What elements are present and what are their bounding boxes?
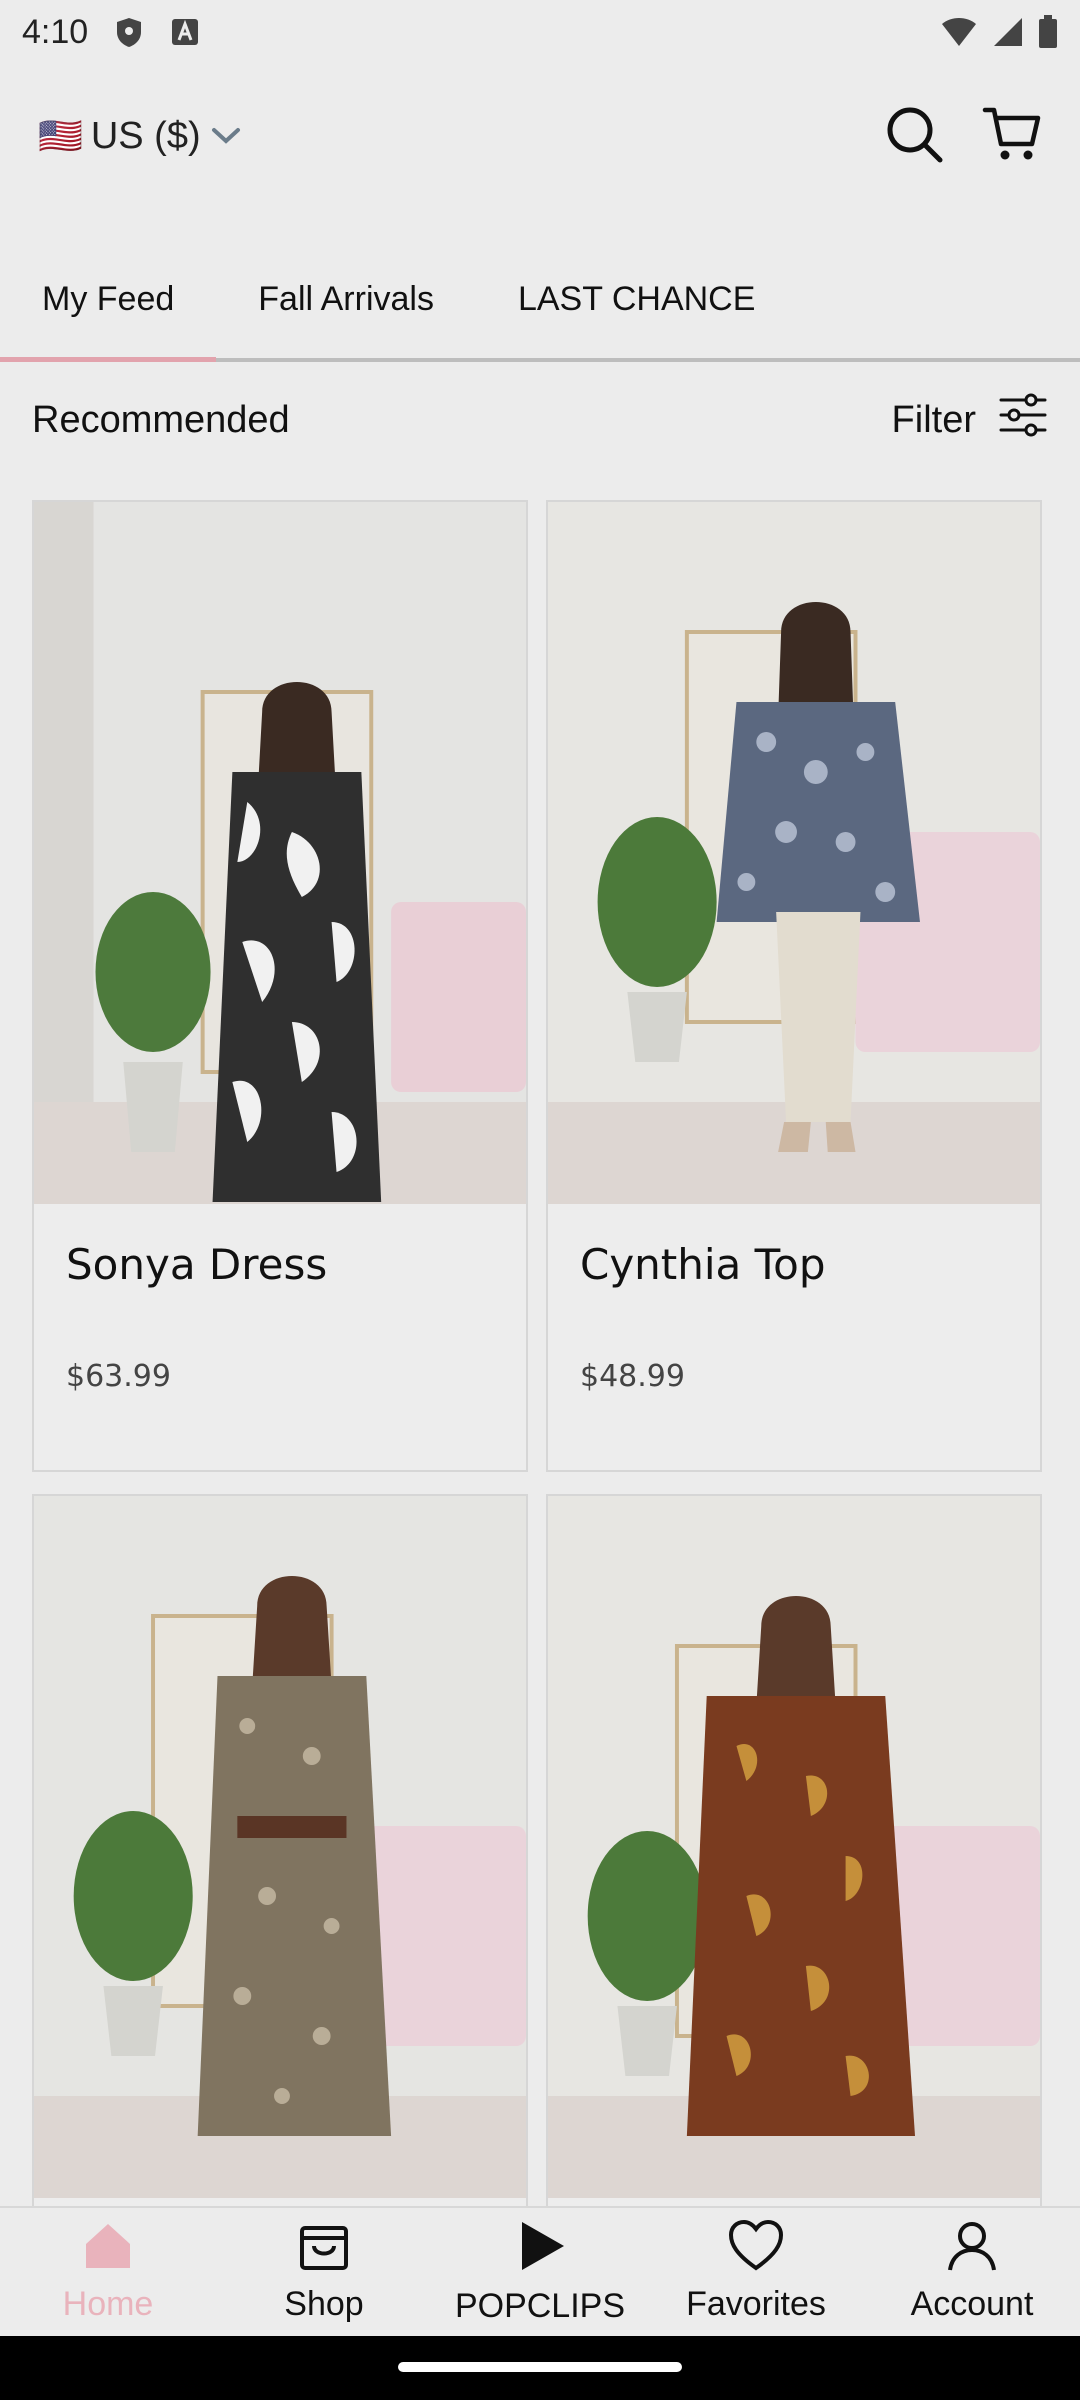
filter-label: Filter (891, 398, 976, 441)
search-icon[interactable] (884, 104, 944, 169)
status-time: 4:10 (22, 12, 89, 51)
sliders-icon (998, 390, 1048, 450)
filter-button[interactable]: Filter (892, 390, 1048, 450)
currency-label: US ($) (90, 114, 201, 157)
product-price: $48.99 (580, 1359, 685, 1394)
currency-selector[interactable]: 🇺🇸 US ($) (38, 115, 243, 158)
section-header: Recommended Filter (32, 380, 1048, 460)
play-icon (512, 2218, 568, 2279)
nav-label: Home (62, 2285, 154, 2323)
shield-icon (114, 16, 144, 48)
nav-label: Shop (284, 2285, 364, 2323)
nav-label: Account (910, 2285, 1034, 2323)
signal-icon (992, 16, 1024, 48)
product-price: $63.99 (66, 1359, 171, 1394)
wifi-icon (940, 16, 978, 48)
heart-icon (728, 2219, 784, 2277)
product-image (548, 1496, 1040, 2198)
product-card[interactable]: Cynthia Top $48.99 (546, 500, 1042, 1472)
section-title: Recommended (32, 398, 290, 441)
account-icon (946, 2220, 998, 2277)
home-gesture-handle[interactable] (398, 2362, 682, 2372)
tab-my-feed[interactable]: My Feed (0, 240, 217, 362)
us-flag-icon: 🇺🇸 (38, 115, 83, 156)
product-title: Sonya Dress (66, 1240, 328, 1289)
home-icon (82, 2220, 134, 2277)
keyboard-a-icon (170, 17, 200, 47)
bottom-navigation: Home Shop POPCLIPS Favorites Account (0, 2206, 1080, 2336)
product-image (34, 1496, 526, 2198)
product-card[interactable]: Sonya Dress $63.99 (32, 500, 528, 1472)
product-image (34, 502, 526, 1204)
nav-shop[interactable]: Shop (224, 2220, 424, 2324)
tab-fall-arrivals[interactable]: Fall Arrivals (216, 240, 476, 358)
nav-favorites[interactable]: Favorites (656, 2219, 856, 2324)
chevron-down-icon (209, 115, 243, 158)
category-tabs: My Feed Fall Arrivals LAST CHANCE (0, 240, 1080, 362)
battery-icon (1038, 15, 1058, 49)
tab-last-chance[interactable]: LAST CHANCE (476, 240, 797, 358)
nav-popclips[interactable]: POPCLIPS (440, 2218, 640, 2326)
product-grid: Sonya Dress $63.99 Cynthia Top $48.99 (32, 500, 1044, 2400)
cart-icon[interactable] (982, 104, 1042, 169)
nav-home[interactable]: Home (8, 2220, 208, 2324)
nav-label: Favorites (686, 2285, 826, 2323)
nav-account[interactable]: Account (872, 2220, 1072, 2324)
nav-label: POPCLIPS (454, 2287, 626, 2325)
gesture-navigation-bar (0, 2336, 1080, 2400)
shop-icon (298, 2220, 350, 2277)
status-bar: 4:10 (0, 0, 1080, 64)
top-bar: 🇺🇸 US ($) (0, 96, 1080, 176)
product-title: Cynthia Top (580, 1240, 826, 1289)
product-image (548, 502, 1040, 1204)
